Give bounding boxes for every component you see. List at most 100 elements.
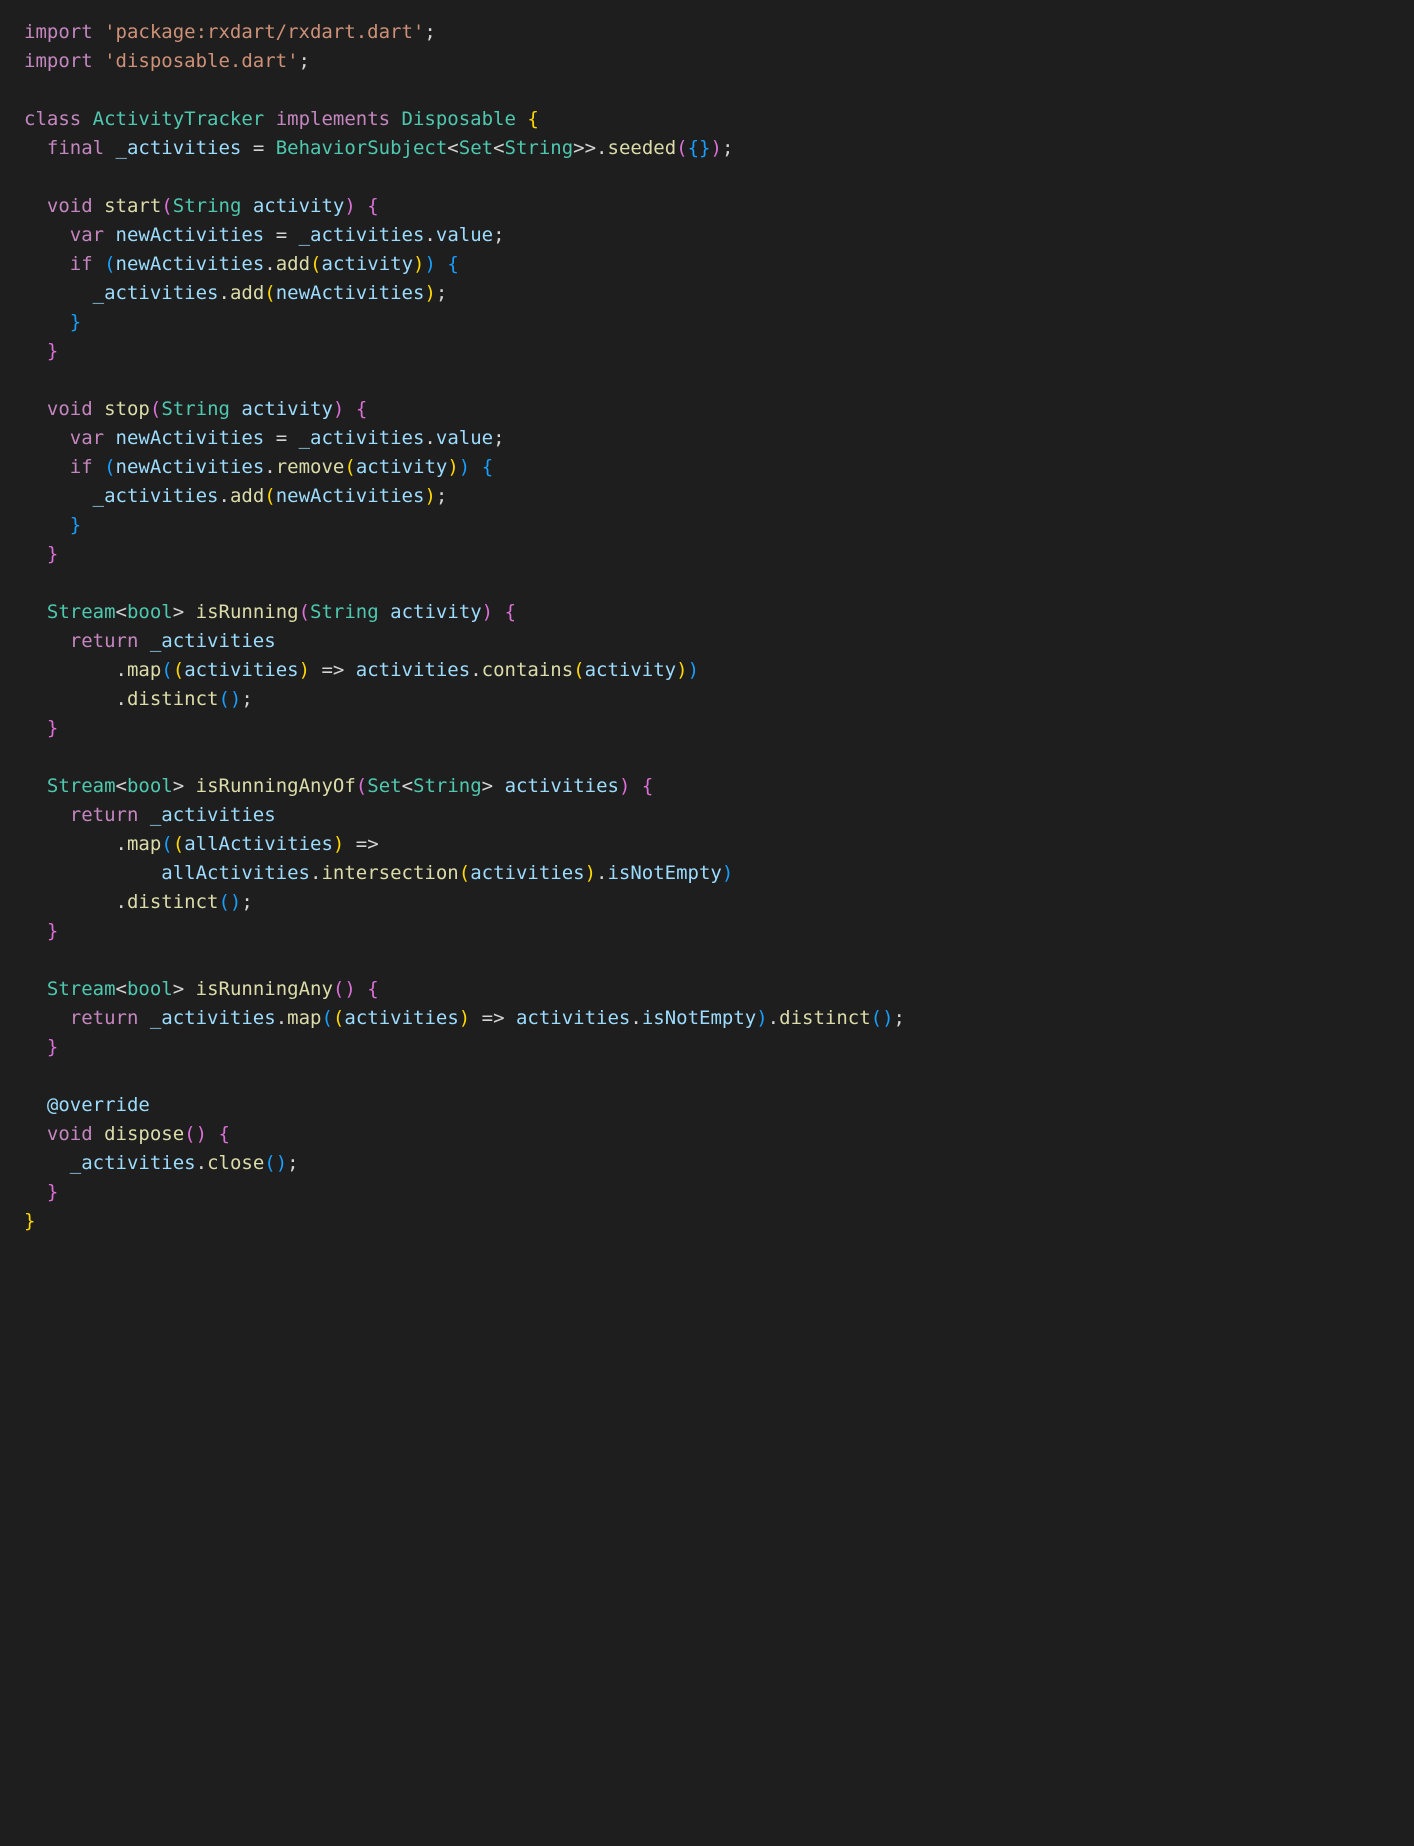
code-token: { — [505, 601, 516, 623]
code-line[interactable]: .distinct(); — [24, 685, 1390, 714]
code-line[interactable]: } — [24, 917, 1390, 946]
code-line[interactable] — [24, 743, 1390, 772]
code-line[interactable]: return _activities.map((activities) => a… — [24, 1004, 1390, 1033]
code-token: map — [287, 1007, 321, 1029]
code-token: var — [70, 427, 116, 449]
code-line[interactable]: } — [24, 714, 1390, 743]
code-token: ) — [230, 891, 241, 913]
code-line[interactable] — [24, 946, 1390, 975]
code-token: . — [218, 485, 229, 507]
code-line[interactable]: Stream<bool> isRunning(String activity) … — [24, 598, 1390, 627]
code-line[interactable] — [24, 163, 1390, 192]
code-line[interactable]: import 'disposable.dart'; — [24, 47, 1390, 76]
code-token: ( — [104, 253, 115, 275]
code-line[interactable]: import 'package:rxdart/rxdart.dart'; — [24, 18, 1390, 47]
code-line[interactable]: _activities.add(newActivities); — [24, 279, 1390, 308]
code-line[interactable]: } — [24, 1178, 1390, 1207]
code-token: > — [173, 775, 196, 797]
code-token: . — [596, 862, 607, 884]
code-token: < — [402, 775, 413, 797]
code-token: < — [116, 775, 127, 797]
code-line[interactable]: .map((allActivities) => — [24, 830, 1390, 859]
code-line[interactable]: final _activities = BehaviorSubject<Set<… — [24, 134, 1390, 163]
code-line[interactable]: .distinct(); — [24, 888, 1390, 917]
code-token — [516, 108, 527, 130]
code-line[interactable]: if (newActivities.add(activity)) { — [24, 250, 1390, 279]
code-line[interactable]: void start(String activity) { — [24, 192, 1390, 221]
code-line[interactable]: allActivities.intersection(activities).i… — [24, 859, 1390, 888]
code-token — [24, 514, 70, 536]
code-line[interactable]: } — [24, 1207, 1390, 1236]
code-token: ) — [196, 1123, 207, 1145]
code-token — [24, 1007, 70, 1029]
code-token — [24, 717, 47, 739]
code-token: ( — [573, 659, 584, 681]
code-line[interactable]: return _activities — [24, 627, 1390, 656]
code-token: newActivities — [276, 282, 425, 304]
code-line[interactable]: if (newActivities.remove(activity)) { — [24, 453, 1390, 482]
code-token: _activities — [70, 1152, 196, 1174]
code-token: activities — [505, 775, 619, 797]
code-line[interactable]: } — [24, 337, 1390, 366]
code-line[interactable] — [24, 366, 1390, 395]
code-token: ) — [585, 862, 596, 884]
code-token: ( — [218, 688, 229, 710]
code-line[interactable]: Stream<bool> isRunningAnyOf(Set<String> … — [24, 772, 1390, 801]
code-token: } — [47, 1181, 58, 1203]
code-line[interactable]: var newActivities = _activities.value; — [24, 221, 1390, 250]
code-line[interactable]: @override — [24, 1091, 1390, 1120]
code-line[interactable]: var newActivities = _activities.value; — [24, 424, 1390, 453]
code-line[interactable]: _activities.add(newActivities); — [24, 482, 1390, 511]
code-line[interactable]: } — [24, 540, 1390, 569]
code-line[interactable]: return _activities — [24, 801, 1390, 830]
code-token: 'disposable.dart' — [104, 50, 298, 72]
code-token: activities — [184, 659, 298, 681]
code-editor[interactable]: import 'package:rxdart/rxdart.dart';impo… — [0, 0, 1414, 1254]
code-line[interactable]: } — [24, 1033, 1390, 1062]
code-token: _activities — [150, 1007, 276, 1029]
code-token: ; — [299, 50, 310, 72]
code-line[interactable]: Stream<bool> isRunningAny() { — [24, 975, 1390, 1004]
code-token: isNotEmpty — [642, 1007, 756, 1029]
code-token: newActivities — [116, 224, 265, 246]
code-token: . — [424, 224, 435, 246]
code-token: import — [24, 21, 104, 43]
code-token: seeded — [608, 137, 677, 159]
code-token: ( — [184, 1123, 195, 1145]
code-line[interactable]: } — [24, 511, 1390, 540]
code-token: . — [264, 253, 275, 275]
code-token: } — [47, 1036, 58, 1058]
code-token: ) — [619, 775, 630, 797]
code-token: { — [367, 195, 378, 217]
code-line[interactable] — [24, 76, 1390, 105]
code-token: => — [344, 833, 378, 855]
code-line[interactable]: } — [24, 308, 1390, 337]
code-token: = — [241, 137, 275, 159]
code-line[interactable]: .map((activities) => activities.contains… — [24, 656, 1390, 685]
code-line[interactable] — [24, 569, 1390, 598]
code-token: distinct — [779, 1007, 871, 1029]
code-line[interactable]: class ActivityTracker implements Disposa… — [24, 105, 1390, 134]
code-token: _activities — [93, 485, 219, 507]
code-token: = — [264, 427, 298, 449]
code-line[interactable] — [24, 1062, 1390, 1091]
code-token — [230, 398, 241, 420]
code-token: ( — [264, 282, 275, 304]
code-token: _activities — [299, 427, 425, 449]
code-token: ; — [436, 282, 447, 304]
code-token: map — [127, 659, 161, 681]
code-line[interactable]: void stop(String activity) { — [24, 395, 1390, 424]
code-token: { — [219, 1123, 230, 1145]
code-token — [24, 978, 47, 1000]
code-token: . — [768, 1007, 779, 1029]
code-token: ) — [333, 398, 344, 420]
code-token — [24, 282, 93, 304]
code-token: { — [367, 978, 378, 1000]
code-token: implements — [276, 108, 402, 130]
code-line[interactable]: _activities.close(); — [24, 1149, 1390, 1178]
code-line[interactable]: void dispose() { — [24, 1120, 1390, 1149]
code-token: Set — [459, 137, 493, 159]
code-token: . — [24, 833, 127, 855]
code-token: Stream — [47, 978, 116, 1000]
code-token: String — [413, 775, 482, 797]
